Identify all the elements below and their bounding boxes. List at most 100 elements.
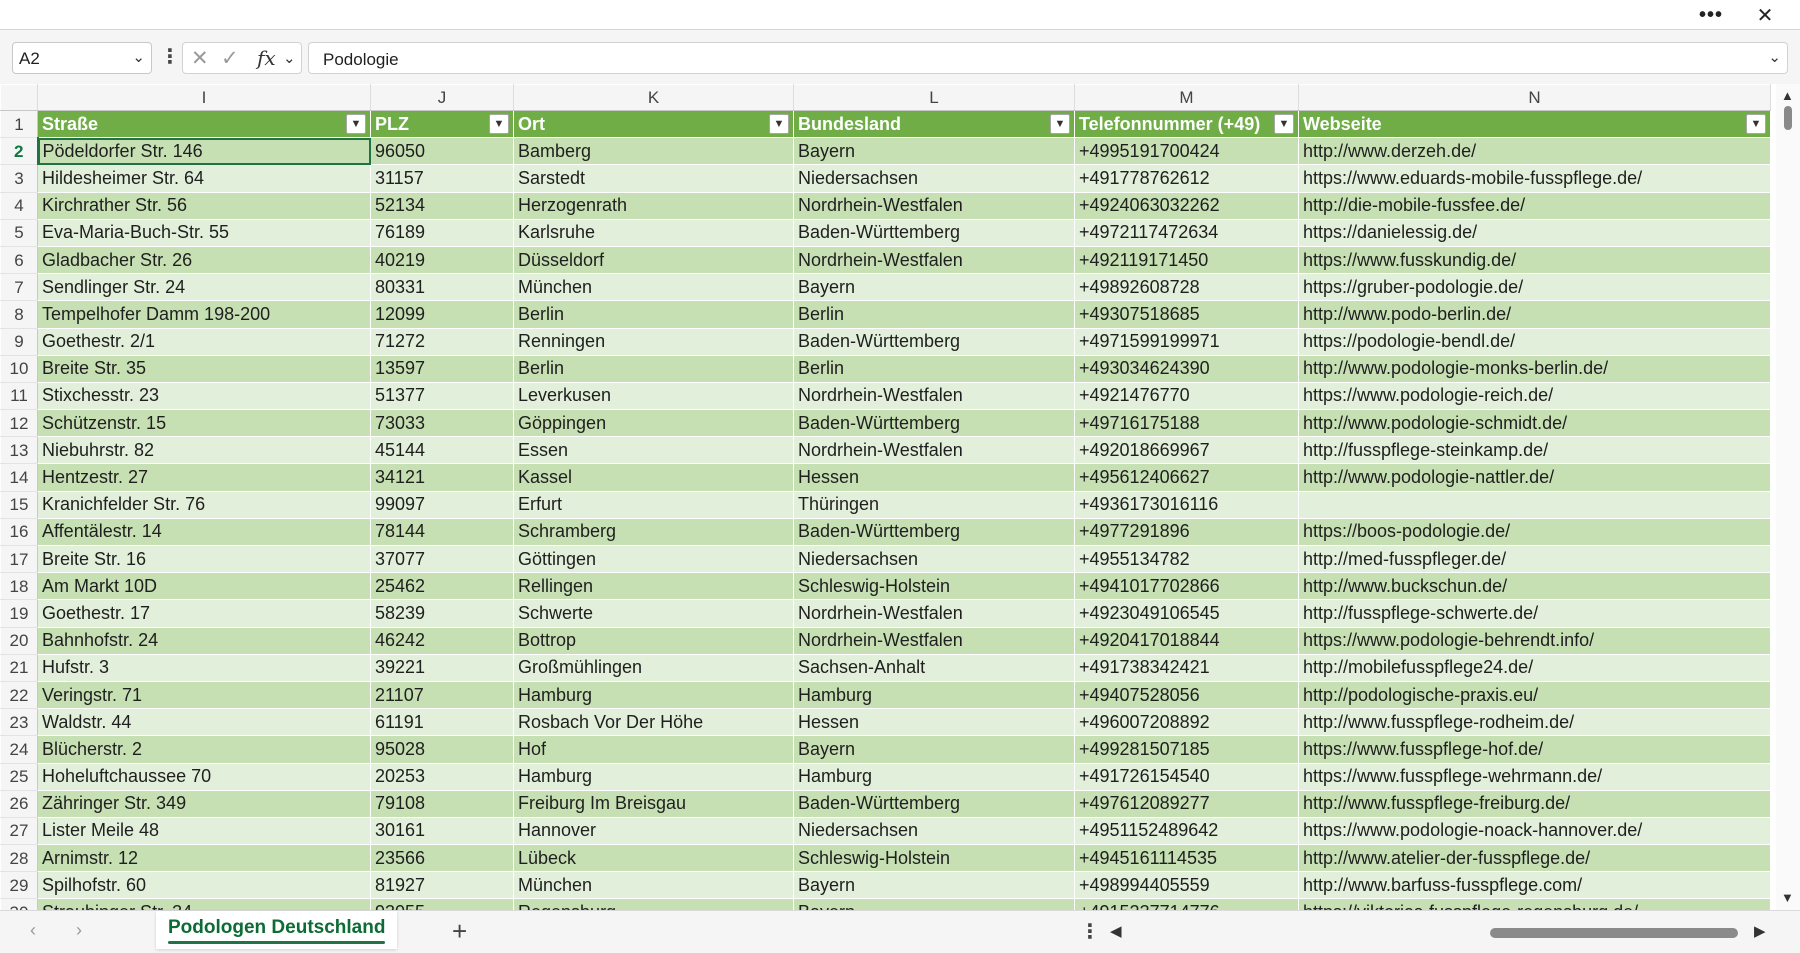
cell-bundesland[interactable]: Hamburg	[793, 680, 1075, 710]
vertical-scrollbar[interactable]: ▲ ▼	[1776, 84, 1800, 910]
cell-telefon[interactable]: +4920417018844	[1074, 626, 1299, 655]
row-number[interactable]: 1	[0, 109, 38, 139]
cell-bundesland[interactable]: Thüringen	[793, 490, 1075, 519]
cell-strasse[interactable]: Waldstr. 44	[37, 708, 371, 737]
row-number[interactable]: 2	[0, 137, 39, 166]
cell-bundesland[interactable]: Baden-Württemberg	[793, 218, 1075, 247]
cell-ort[interactable]: Rellingen	[513, 572, 794, 601]
cell-bundesland[interactable]: Sachsen-Anhalt	[793, 653, 1075, 682]
table-header-ort[interactable]: Ort ▼	[513, 109, 794, 139]
row-number[interactable]: 28	[0, 844, 38, 873]
cell-strasse[interactable]: Hentzestr. 27	[37, 463, 371, 492]
cell-strasse[interactable]: Breite Str. 16	[37, 544, 371, 574]
cell-ort[interactable]: Düsseldorf	[513, 245, 794, 275]
chevron-down-icon[interactable]: ⌄	[1768, 48, 1781, 66]
column-header-k[interactable]: K	[513, 84, 794, 111]
row-number[interactable]: 20	[0, 626, 38, 655]
cell-plz[interactable]: 46242	[370, 626, 514, 655]
cell-strasse[interactable]: Zähringer Str. 349	[37, 789, 371, 818]
cell-ort[interactable]: Bottrop	[513, 626, 794, 655]
cell-ort[interactable]: Lübeck	[513, 844, 794, 873]
cell-telefon[interactable]: +495612406627	[1074, 463, 1299, 492]
cell-webseite[interactable]: https://www.fusspflege-hof.de/	[1298, 735, 1771, 764]
row-number[interactable]: 22	[0, 680, 38, 710]
cell-bundesland[interactable]: Hamburg	[793, 762, 1075, 791]
row-number[interactable]: 18	[0, 572, 38, 601]
row-number[interactable]: 11	[0, 381, 38, 411]
cell-plz[interactable]: 76189	[370, 218, 514, 247]
row-number[interactable]: 4	[0, 191, 38, 220]
cell-webseite[interactable]: http://www.fusspflege-freiburg.de/	[1298, 789, 1771, 818]
cell-telefon[interactable]: +491726154540	[1074, 762, 1299, 791]
cell-ort[interactable]: Großmühlingen	[513, 653, 794, 682]
cell-plz[interactable]: 23566	[370, 844, 514, 873]
name-box[interactable]: A2 ⌄	[12, 42, 152, 74]
table-header-plz[interactable]: PLZ ▼	[370, 109, 514, 139]
cell-ort[interactable]: Renningen	[513, 327, 794, 356]
cell-plz[interactable]: 40219	[370, 245, 514, 275]
cell-ort[interactable]: Hof	[513, 735, 794, 764]
cell-bundesland[interactable]: Bayern	[793, 898, 1075, 910]
filter-dropdown-icon[interactable]: ▼	[1050, 114, 1070, 134]
cell-bundesland[interactable]: Baden-Württemberg	[793, 409, 1075, 438]
cell-webseite[interactable]: http://med-fusspfleger.de/	[1298, 544, 1771, 574]
cell-ort[interactable]: Erfurt	[513, 490, 794, 519]
cell-bundesland[interactable]: Niedersachsen	[793, 544, 1075, 574]
cell-webseite[interactable]: http://www.podologie-nattler.de/	[1298, 463, 1771, 492]
cell-telefon[interactable]: +496007208892	[1074, 708, 1299, 737]
cell-bundesland[interactable]: Schleswig-Holstein	[793, 844, 1075, 873]
cell-strasse[interactable]: Hufstr. 3	[37, 653, 371, 682]
row-number[interactable]: 26	[0, 789, 38, 818]
cell-webseite[interactable]	[1298, 490, 1771, 519]
cell-bundesland[interactable]: Niedersachsen	[793, 164, 1075, 193]
cell-ort[interactable]: Sarstedt	[513, 164, 794, 193]
cell-webseite[interactable]: http://www.podologie-monks-berlin.de/	[1298, 354, 1771, 383]
cell-webseite[interactable]: http://www.buckschun.de/	[1298, 572, 1771, 601]
cell-ort[interactable]: München	[513, 273, 794, 302]
cell-telefon[interactable]: +49307518685	[1074, 300, 1299, 329]
cell-webseite[interactable]: http://fusspflege-schwerte.de/	[1298, 599, 1771, 628]
row-number[interactable]: 17	[0, 544, 38, 574]
cell-strasse[interactable]: Blücherstr. 2	[37, 735, 371, 764]
cell-plz[interactable]: 13597	[370, 354, 514, 383]
cell-ort[interactable]: Bamberg	[513, 137, 794, 166]
cell-webseite[interactable]: http://www.derzeh.de/	[1298, 137, 1771, 166]
row-number[interactable]: 12	[0, 409, 38, 438]
fx-icon[interactable]: fx	[257, 46, 276, 70]
cell-ort[interactable]: Essen	[513, 436, 794, 465]
cell-strasse[interactable]: Arnimstr. 12	[37, 844, 371, 873]
cell-plz[interactable]: 58239	[370, 599, 514, 628]
cell-telefon[interactable]: +499281507185	[1074, 735, 1299, 764]
row-number[interactable]: 19	[0, 599, 38, 628]
sheet-tab-podologen-deutschland[interactable]: Podologen Deutschland	[156, 911, 398, 949]
cell-bundesland[interactable]: Nordrhein-Westfalen	[793, 599, 1075, 628]
cell-plz[interactable]: 51377	[370, 381, 514, 411]
add-sheet-icon[interactable]: +	[452, 916, 467, 947]
cell-webseite[interactable]: http://www.atelier-der-fusspflege.de/	[1298, 844, 1771, 873]
cell-bundesland[interactable]: Nordrhein-Westfalen	[793, 381, 1075, 411]
cell-telefon[interactable]: +4924063032262	[1074, 191, 1299, 220]
cell-strasse[interactable]: Veringstr. 71	[37, 680, 371, 710]
cell-ort[interactable]: Hannover	[513, 816, 794, 846]
cell-plz[interactable]: 96050	[370, 137, 514, 166]
cell-bundesland[interactable]: Hessen	[793, 708, 1075, 737]
cell-ort[interactable]: Rosbach Vor Der Höhe	[513, 708, 794, 737]
cell-bundesland[interactable]: Hessen	[793, 463, 1075, 492]
cell-webseite[interactable]: https://danielessig.de/	[1298, 218, 1771, 247]
cell-plz[interactable]: 81927	[370, 871, 514, 900]
table-header-bundesland[interactable]: Bundesland ▼	[793, 109, 1075, 139]
row-number[interactable]: 15	[0, 490, 38, 519]
column-header-j[interactable]: J	[370, 84, 514, 111]
cell-bundesland[interactable]: Baden-Württemberg	[793, 517, 1075, 547]
cell-telefon[interactable]: +491738342421	[1074, 653, 1299, 682]
cell-webseite[interactable]: http://mobilefusspflege24.de/	[1298, 653, 1771, 682]
cell-plz[interactable]: 73033	[370, 409, 514, 438]
cell-plz[interactable]: 25462	[370, 572, 514, 601]
filter-dropdown-icon[interactable]: ▼	[346, 114, 366, 134]
cell-plz[interactable]: 37077	[370, 544, 514, 574]
row-number[interactable]: 23	[0, 708, 38, 737]
cell-plz[interactable]: 79108	[370, 789, 514, 818]
cell-telefon[interactable]: +4936173016116	[1074, 490, 1299, 519]
cell-telefon[interactable]: +498994405559	[1074, 871, 1299, 900]
row-number[interactable]: 9	[0, 327, 38, 356]
